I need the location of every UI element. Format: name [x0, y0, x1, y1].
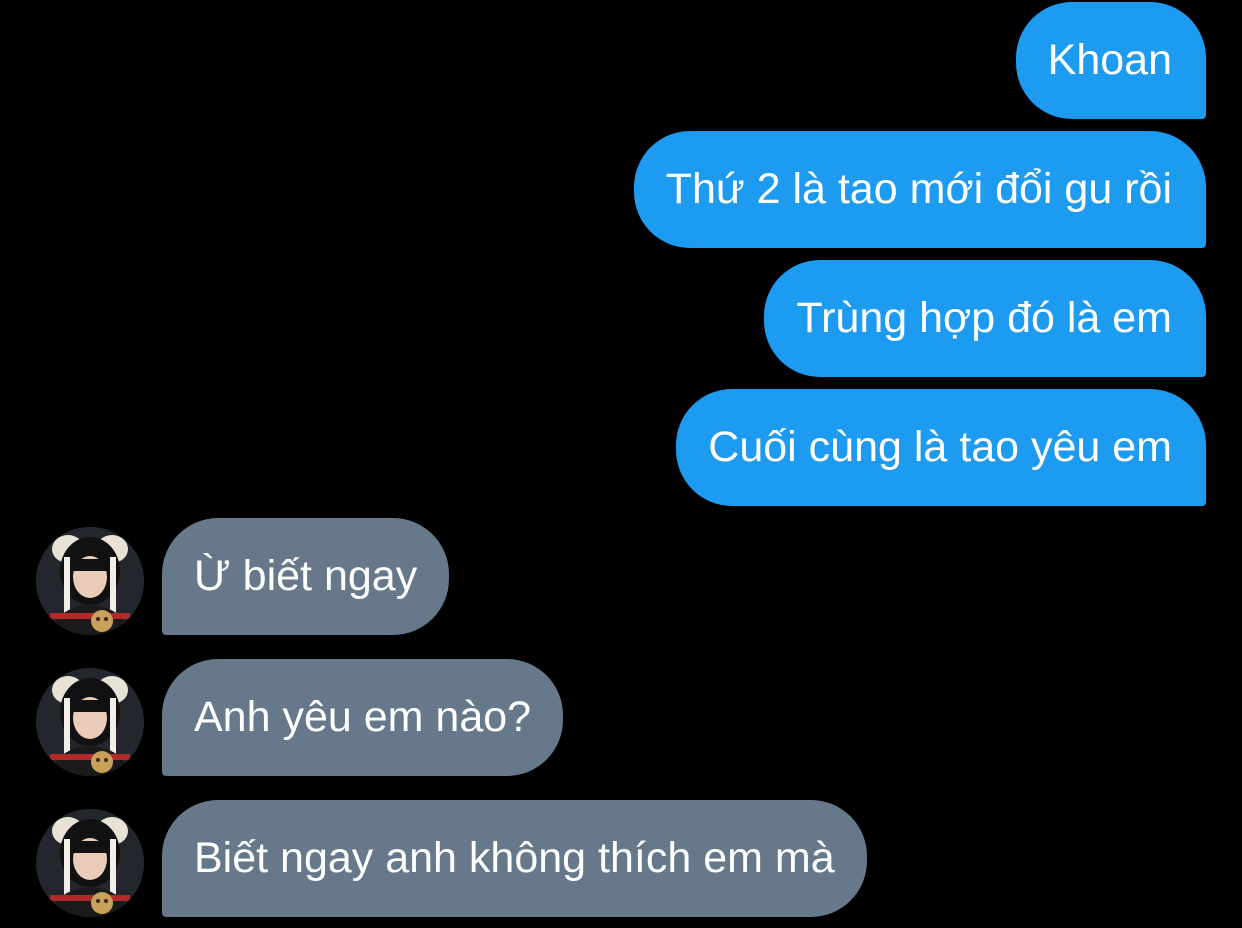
- outgoing-message-bubble[interactable]: Cuối cùng là tao yêu em: [676, 389, 1206, 506]
- user-avatar[interactable]: [36, 809, 144, 917]
- message-thread: Khoan Thứ 2 là tao mới đổi gu rồi Trùng …: [0, 0, 1242, 928]
- message-text: Khoan: [1047, 36, 1172, 84]
- message-text: Biết ngay anh không thích em mà: [194, 834, 835, 882]
- message-text: Thứ 2 là tao mới đổi gu rồi: [665, 165, 1172, 213]
- avatar-image: [36, 527, 144, 635]
- message-text: Ừ biết ngay: [194, 552, 418, 600]
- user-avatar[interactable]: [36, 527, 144, 635]
- outgoing-message-bubble[interactable]: Trùng hợp đó là em: [764, 260, 1206, 377]
- message-text: Cuối cùng là tao yêu em: [708, 423, 1172, 471]
- message-text: Trùng hợp đó là em: [796, 294, 1172, 342]
- incoming-message-bubble[interactable]: Ừ biết ngay: [162, 518, 450, 635]
- outgoing-message-bubble[interactable]: Thứ 2 là tao mới đổi gu rồi: [633, 131, 1206, 248]
- user-avatar[interactable]: [36, 668, 144, 776]
- outgoing-message-bubble[interactable]: Khoan: [1015, 2, 1206, 119]
- avatar-image: [36, 668, 144, 776]
- avatar-image: [36, 809, 144, 917]
- message-text: Anh yêu em nào?: [194, 693, 532, 741]
- incoming-message-bubble[interactable]: Biết ngay anh không thích em mà: [162, 800, 867, 917]
- incoming-message-bubble[interactable]: Anh yêu em nào?: [162, 659, 564, 776]
